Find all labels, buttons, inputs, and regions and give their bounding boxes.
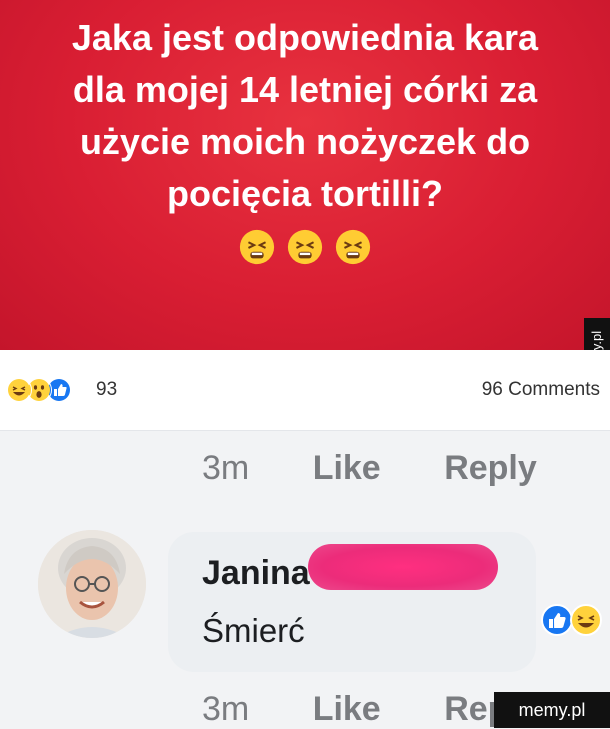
avatar[interactable] bbox=[38, 530, 146, 638]
reactions-bar: 93 96 Comments bbox=[0, 350, 610, 431]
question-line: użycie moich nożyczek do bbox=[79, 121, 531, 162]
avatar-photo-icon bbox=[38, 530, 146, 638]
comment-reactions[interactable] bbox=[540, 603, 610, 637]
tired-face-emoji-icon bbox=[239, 229, 274, 265]
reply-button[interactable]: Reply bbox=[444, 449, 537, 487]
like-button[interactable]: Like bbox=[313, 449, 381, 487]
laughing-emoji-icon bbox=[6, 377, 32, 403]
reaction-count[interactable]: 93 bbox=[96, 379, 117, 401]
question-line: pocięcia tortilli? bbox=[166, 173, 444, 214]
post-question: Jaka jest odpowiednia kara dla mojej 14 … bbox=[0, 12, 610, 220]
comment-bubble: Janina Śmierć bbox=[168, 532, 536, 672]
comment-actions-top: 3m Like Reply bbox=[202, 449, 591, 488]
commenter-name[interactable]: Janina bbox=[202, 554, 310, 593]
like-button[interactable]: Like bbox=[313, 690, 381, 728]
question-line: dla mojej 14 letniej córki za bbox=[72, 69, 538, 110]
laughing-emoji-icon bbox=[570, 604, 602, 636]
comment-text: Śmierć bbox=[202, 612, 305, 649]
question-line: Jaka jest odpowiednia kara bbox=[71, 17, 539, 58]
name-redaction-scribble bbox=[308, 544, 498, 590]
comment-timestamp: 3m bbox=[202, 690, 250, 728]
comment-timestamp: 3m bbox=[202, 449, 250, 487]
comments-count-link[interactable]: 96 Comments bbox=[482, 379, 600, 401]
footer-watermark: memy.pl bbox=[494, 692, 610, 728]
tired-face-emoji-icon bbox=[336, 229, 371, 265]
post-banner: Jaka jest odpowiednia kara dla mojej 14 … bbox=[0, 0, 610, 350]
emoji-row bbox=[0, 228, 610, 271]
like-icon bbox=[541, 604, 573, 636]
tired-face-emoji-icon bbox=[287, 229, 323, 265]
